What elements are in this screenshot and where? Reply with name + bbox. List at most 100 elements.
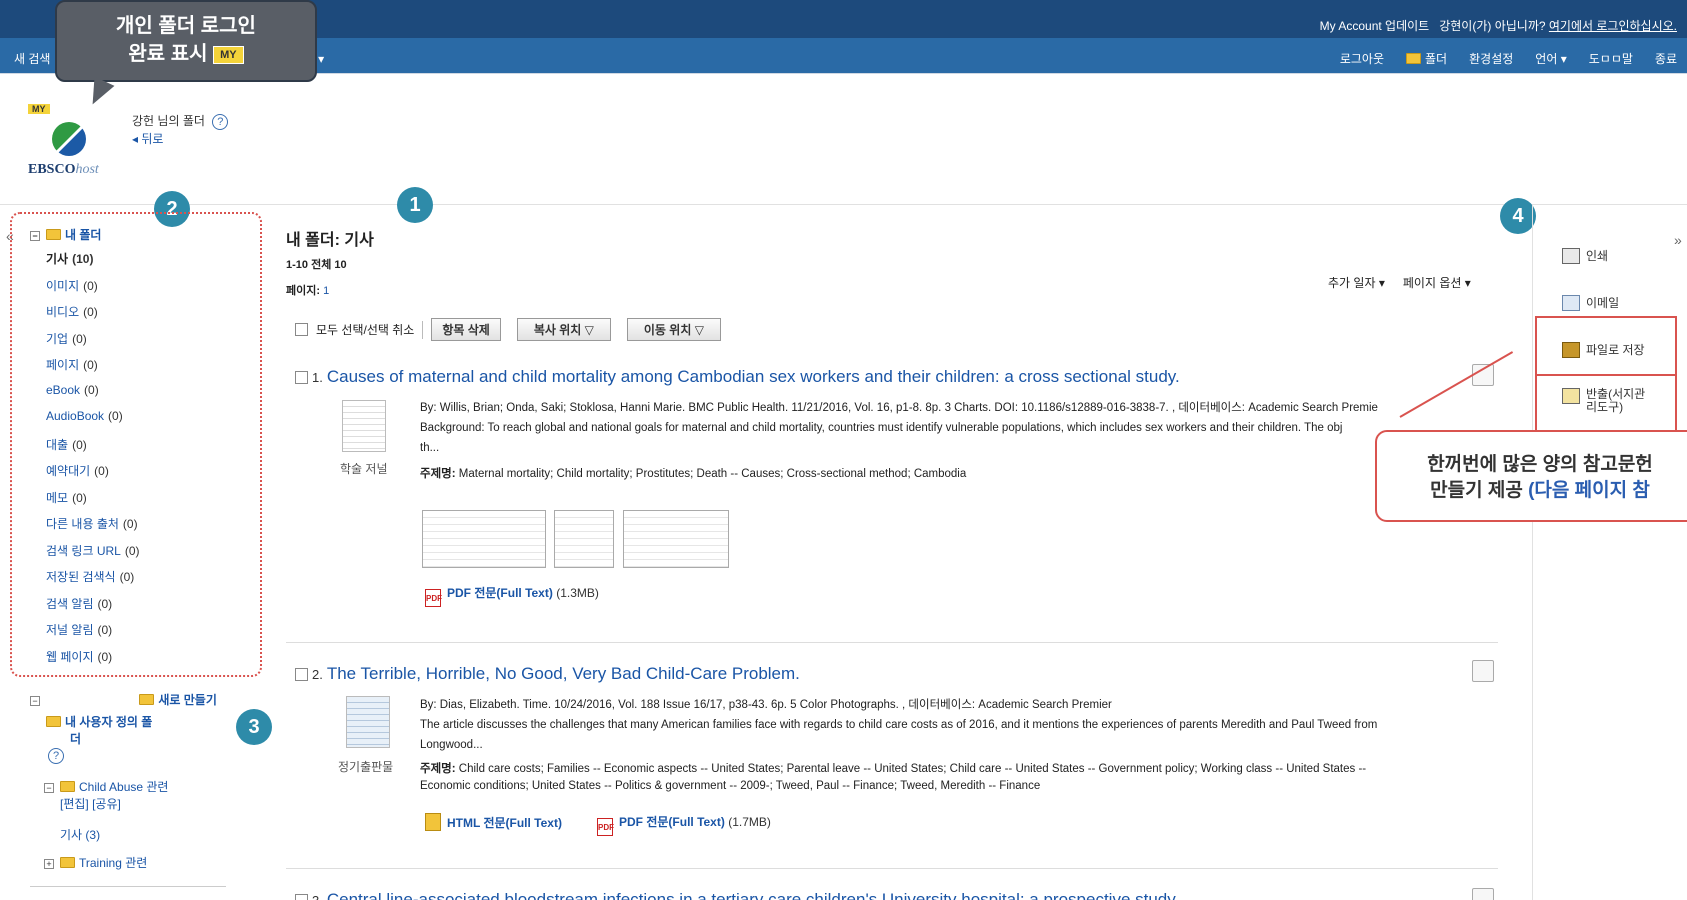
folder-item[interactable]: AudioBook (0) xyxy=(46,409,123,423)
preferences-link[interactable]: 환경설정 xyxy=(1469,50,1513,67)
move-to-button[interactable]: 이동 위치 ▽ xyxy=(626,318,721,341)
child-abuse-folder[interactable]: − Child Abuse 관련 xyxy=(44,778,168,795)
folder-item-count: (0) xyxy=(122,517,138,531)
preview-magnifier-icon[interactable] xyxy=(1472,660,1494,682)
folder-item-label: 웹 페이지 xyxy=(46,649,94,664)
folder-item[interactable]: 검색 알림 (0) xyxy=(46,595,112,612)
training-folder[interactable]: + Training 관련 xyxy=(44,854,147,871)
edit-share-links[interactable]: [편집] [공유] xyxy=(60,795,121,812)
folder-tree: − 내 폴더 xyxy=(30,226,101,243)
html-fulltext-link[interactable]: HTML 전문(Full Text) xyxy=(425,813,562,831)
separator xyxy=(422,320,424,339)
result-title-link[interactable]: The Terrible, Horrible, No Good, Very Ba… xyxy=(327,664,800,683)
folder-item-label: 다른 내용 출처 xyxy=(46,517,119,531)
periodical-icon xyxy=(346,696,390,748)
table-thumbnail[interactable] xyxy=(623,510,729,568)
page-number-link[interactable]: 1 xyxy=(323,285,329,297)
back-link[interactable]: ◂ 뒤로 xyxy=(132,130,163,147)
folder-item[interactable]: 다른 내용 출처 (0) xyxy=(46,515,138,532)
custom-folder[interactable]: 내 사용자 정의 폴 더 xyxy=(46,713,152,747)
new-folder-row: − 새로 만들기 xyxy=(30,691,217,708)
subject-label: 주제명: xyxy=(420,468,456,480)
page-options-dropdown[interactable]: 페이지 옵션 ▾ xyxy=(1403,274,1471,291)
folder-item[interactable]: 페이지 (0) xyxy=(46,356,98,373)
expand-icon[interactable]: + xyxy=(44,859,54,869)
folder-item-label: eBook xyxy=(46,382,81,397)
folder-item-label: 저널 알림 xyxy=(46,623,94,637)
email-tool[interactable]: 이메일 xyxy=(1562,294,1619,311)
folder-item[interactable]: 저널 알림 (0) xyxy=(46,621,112,638)
folder-item[interactable]: 기업 (0) xyxy=(46,330,87,347)
folder-item[interactable]: 검색 링크 URL (0) xyxy=(46,542,140,559)
help-link[interactable]: 도ㅁㅁ말 xyxy=(1589,50,1633,67)
result-abstract-cont: th... xyxy=(420,442,440,454)
folder-item-label: 기사 xyxy=(46,252,69,266)
folder-icon xyxy=(46,716,61,727)
pdf-fulltext-link[interactable]: PDF PDF 전문(Full Text) (1.3MB) xyxy=(425,584,599,607)
result-checkbox[interactable] xyxy=(295,894,308,900)
divider xyxy=(30,886,226,887)
exit-link[interactable]: 종료 xyxy=(1655,50,1677,67)
folder-item[interactable]: 비디오 (0) xyxy=(46,303,98,320)
table-thumbnail[interactable] xyxy=(554,510,614,568)
folder-item-count: (0) xyxy=(97,596,113,611)
folder-item[interactable]: 메모 (0) xyxy=(46,489,87,506)
result-checkbox[interactable] xyxy=(295,668,308,681)
print-tool[interactable]: 인쇄 xyxy=(1562,247,1608,264)
folder-item-count: (0) xyxy=(72,490,87,505)
folder-item[interactable]: 기사 (10) xyxy=(46,250,93,267)
logout-link[interactable]: 로그아웃 xyxy=(1340,50,1384,67)
document-type: 학술 저널 xyxy=(340,462,388,476)
result-title-link[interactable]: Causes of maternal and child mortality a… xyxy=(327,367,1180,386)
pdf-fulltext-link[interactable]: PDF PDF 전문(Full Text) (1.7MB) xyxy=(597,813,771,836)
login-link[interactable]: 여기에서 로그인하십시오. xyxy=(1549,19,1677,33)
result-item-3: 3. Central line-associated bloodstream in… xyxy=(295,890,1179,900)
folder-item[interactable]: 대출 (0) xyxy=(46,436,87,453)
copy-to-button[interactable]: 복사 위치 ▽ xyxy=(516,318,611,341)
new-search-link[interactable]: 새 검색 xyxy=(14,52,50,66)
page-info: 페이지: 1 xyxy=(286,282,329,298)
preview-magnifier-icon[interactable] xyxy=(1472,888,1494,900)
folder-item[interactable]: 웹 페이지 (0) xyxy=(46,648,112,665)
my-small-badge: MY xyxy=(28,104,50,114)
collapse-icon[interactable]: − xyxy=(44,783,54,793)
table-thumbnail[interactable] xyxy=(422,510,546,568)
folder-item[interactable]: 저장된 검색식 (0) xyxy=(46,568,134,585)
child-abuse-articles[interactable]: 기사 (3) xyxy=(60,826,100,843)
custom-folder-help[interactable]: ? xyxy=(44,748,64,764)
my-folder-label: 내 폴더 xyxy=(65,228,102,242)
collapse-icon[interactable]: − xyxy=(30,231,40,241)
sort-by-added-dropdown[interactable]: 추가 일자 ▾ xyxy=(1328,274,1385,291)
account-update-link[interactable]: My Account 업데이트 xyxy=(1320,19,1430,33)
pdf-icon: PDF xyxy=(597,818,614,836)
folder-link[interactable]: 폴더 xyxy=(1406,50,1447,67)
delete-items-button[interactable]: 항목 삭제 xyxy=(431,318,501,341)
document-type: 정기출판물 xyxy=(338,760,394,774)
select-all-label[interactable]: 모두 선택/선택 취소 xyxy=(316,321,414,338)
email-icon xyxy=(1562,295,1580,311)
result-byline: By: Dias, Elizabeth. Time. 10/24/2016, V… xyxy=(420,699,1112,711)
collapse-tools-icon[interactable]: » xyxy=(1674,232,1682,248)
pdf-size: (1.3MB) xyxy=(556,586,599,600)
result-abstract: Background: To reach global and national… xyxy=(420,422,1343,434)
export-callout: 한꺼번에 많은 양의 참고문헌 만들기 제공 (다음 페이지 참 xyxy=(1375,430,1687,522)
folder-item[interactable]: 이미지 (0) xyxy=(46,277,98,294)
language-menu[interactable]: 언어 ▾ xyxy=(1535,50,1566,67)
new-folder-button[interactable]: 새로 만들기 xyxy=(139,693,217,707)
folder-item[interactable]: 예약대기 (0) xyxy=(46,462,109,479)
help-icon[interactable]: ? xyxy=(48,748,64,764)
my-badge: MY xyxy=(213,45,244,64)
result-title-link[interactable]: Central line-associated bloodstream infe… xyxy=(327,890,1179,900)
help-icon[interactable]: ? xyxy=(212,114,229,130)
result-abstract: The article discusses the challenges tha… xyxy=(420,719,1378,731)
select-all-checkbox[interactable] xyxy=(295,323,308,336)
folder-item[interactable]: eBook (0) xyxy=(46,383,99,397)
ebsco-logo-icon xyxy=(52,122,86,156)
my-folder-root[interactable]: − 내 폴더 xyxy=(30,226,101,243)
account-area: My Account 업데이트 강현이(가) 아닙니까? 여기에서 로그인하십시… xyxy=(1320,17,1677,34)
result-checkbox[interactable] xyxy=(295,371,308,384)
tools-divider xyxy=(1532,204,1533,900)
new-folder-label: 새로 만들기 xyxy=(158,693,217,707)
folder-icon xyxy=(46,229,61,240)
collapse-icon[interactable]: − xyxy=(30,696,40,706)
